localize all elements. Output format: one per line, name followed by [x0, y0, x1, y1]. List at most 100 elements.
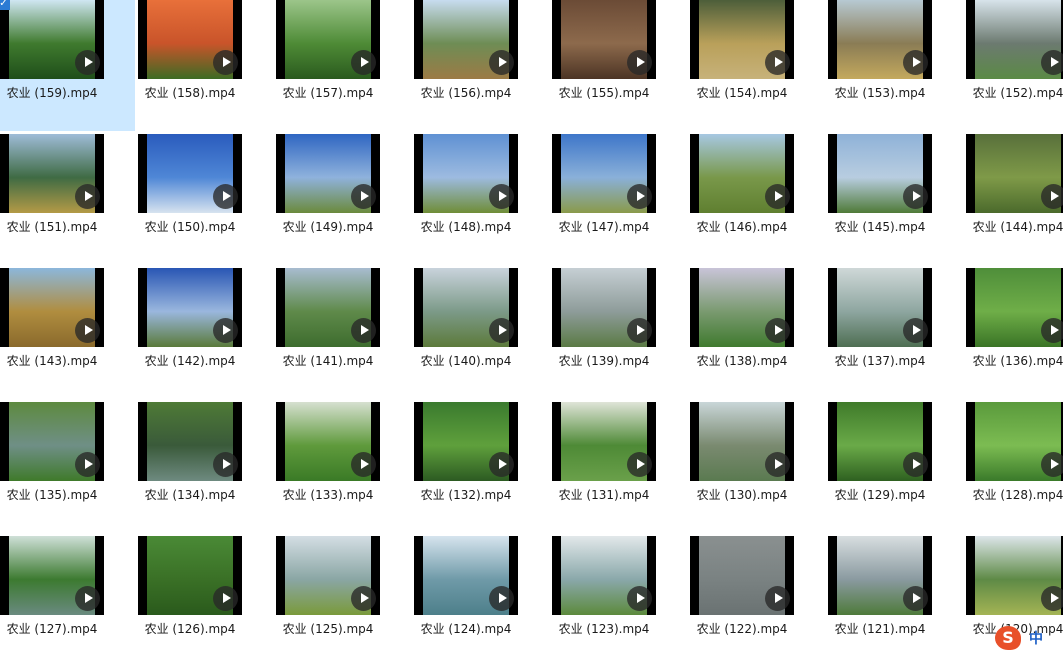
file-item[interactable]: 农业 (142).mp4: [135, 265, 273, 399]
file-name: 农业 (152).mp4: [972, 86, 1063, 100]
file-item[interactable]: 农业 (157).mp4: [273, 0, 411, 131]
play-icon: [903, 586, 928, 611]
video-thumbnail[interactable]: [966, 402, 1063, 481]
file-item[interactable]: 农业 (135).mp4: [0, 399, 135, 533]
file-item[interactable]: 农业 (152).mp4: [963, 0, 1063, 131]
file-item[interactable]: 农业 (150).mp4: [135, 131, 273, 265]
video-thumbnail[interactable]: [138, 134, 242, 213]
file-item[interactable]: 农业 (130).mp4: [687, 399, 825, 533]
file-item[interactable]: 农业 (129).mp4: [825, 399, 963, 533]
video-thumbnail[interactable]: [690, 134, 794, 213]
file-item[interactable]: 农业 (126).mp4: [135, 533, 273, 667]
video-thumbnail[interactable]: [276, 134, 380, 213]
file-item[interactable]: 农业 (131).mp4: [549, 399, 687, 533]
video-thumbnail[interactable]: [690, 0, 794, 79]
file-item[interactable]: 农业 (147).mp4: [549, 131, 687, 265]
play-icon: [489, 50, 514, 75]
file-name: 农业 (153).mp4: [834, 86, 926, 100]
file-item[interactable]: 农业 (139).mp4: [549, 265, 687, 399]
video-thumbnail[interactable]: [276, 402, 380, 481]
file-name: 农业 (132).mp4: [420, 488, 512, 502]
file-item[interactable]: 农业 (140).mp4: [411, 265, 549, 399]
file-item[interactable]: 农业 (155).mp4: [549, 0, 687, 131]
video-thumbnail[interactable]: [966, 134, 1063, 213]
play-icon: [75, 318, 100, 343]
video-thumbnail[interactable]: [0, 0, 104, 79]
video-thumbnail[interactable]: [414, 0, 518, 79]
video-thumbnail[interactable]: [276, 268, 380, 347]
video-thumbnail[interactable]: [552, 134, 656, 213]
file-item[interactable]: 农业 (143).mp4: [0, 265, 135, 399]
video-thumbnail[interactable]: [828, 268, 932, 347]
video-thumbnail[interactable]: [138, 0, 242, 79]
video-thumbnail[interactable]: [966, 0, 1063, 79]
file-item[interactable]: 农业 (148).mp4: [411, 131, 549, 265]
file-item[interactable]: 农业 (132).mp4: [411, 399, 549, 533]
ime-status-bar[interactable]: S 中: [995, 626, 1063, 650]
file-item[interactable]: 农业 (154).mp4: [687, 0, 825, 131]
file-item[interactable]: 农业 (153).mp4: [825, 0, 963, 131]
video-thumbnail[interactable]: [828, 134, 932, 213]
video-thumbnail[interactable]: [552, 536, 656, 615]
play-icon: [351, 586, 376, 611]
play-icon: [627, 452, 652, 477]
file-name: 农业 (126).mp4: [144, 622, 236, 636]
video-thumbnail[interactable]: [138, 268, 242, 347]
video-thumbnail[interactable]: [0, 268, 104, 347]
file-item[interactable]: 农业 (127).mp4: [0, 533, 135, 667]
file-item[interactable]: 农业 (156).mp4: [411, 0, 549, 131]
video-thumbnail[interactable]: [0, 134, 104, 213]
video-thumbnail[interactable]: [414, 268, 518, 347]
video-thumbnail[interactable]: [414, 536, 518, 615]
file-item[interactable]: ✓ 农业 (159).mp4: [0, 0, 135, 131]
file-item[interactable]: 农业 (137).mp4: [825, 265, 963, 399]
video-thumbnail[interactable]: [138, 402, 242, 481]
video-thumbnail[interactable]: [276, 536, 380, 615]
file-item[interactable]: 农业 (122).mp4: [687, 533, 825, 667]
file-item[interactable]: 农业 (149).mp4: [273, 131, 411, 265]
video-thumbnail[interactable]: [966, 268, 1063, 347]
file-item[interactable]: 农业 (128).mp4: [963, 399, 1063, 533]
video-thumbnail[interactable]: [690, 402, 794, 481]
file-name: 农业 (141).mp4: [282, 354, 374, 368]
video-thumbnail[interactable]: [690, 536, 794, 615]
video-thumbnail[interactable]: [828, 402, 932, 481]
file-item[interactable]: 农业 (141).mp4: [273, 265, 411, 399]
video-thumbnail[interactable]: [0, 402, 104, 481]
video-thumbnail[interactable]: [276, 0, 380, 79]
file-item[interactable]: 农业 (133).mp4: [273, 399, 411, 533]
file-item[interactable]: 农业 (125).mp4: [273, 533, 411, 667]
ime-mode-indicator[interactable]: 中: [1029, 628, 1043, 648]
video-thumbnail[interactable]: [966, 536, 1063, 615]
play-icon: [1041, 586, 1063, 611]
checkbox-icon[interactable]: ✓: [0, 0, 10, 10]
file-item[interactable]: 农业 (138).mp4: [687, 265, 825, 399]
sogou-logo-icon[interactable]: S: [995, 626, 1021, 650]
video-thumbnail[interactable]: [414, 134, 518, 213]
file-name: 农业 (148).mp4: [420, 220, 512, 234]
video-thumbnail[interactable]: [552, 0, 656, 79]
file-name: 农业 (124).mp4: [420, 622, 512, 636]
play-icon: [765, 452, 790, 477]
file-item[interactable]: 农业 (151).mp4: [0, 131, 135, 265]
file-item[interactable]: 农业 (145).mp4: [825, 131, 963, 265]
video-thumbnail[interactable]: [414, 402, 518, 481]
video-thumbnail[interactable]: [828, 536, 932, 615]
file-item[interactable]: 农业 (158).mp4: [135, 0, 273, 131]
file-item[interactable]: 农业 (144).mp4: [963, 131, 1063, 265]
file-item[interactable]: 农业 (121).mp4: [825, 533, 963, 667]
file-item[interactable]: 农业 (123).mp4: [549, 533, 687, 667]
video-thumbnail[interactable]: [690, 268, 794, 347]
video-thumbnail[interactable]: [138, 536, 242, 615]
file-item[interactable]: 农业 (134).mp4: [135, 399, 273, 533]
file-name: 农业 (147).mp4: [558, 220, 650, 234]
video-thumbnail[interactable]: [552, 268, 656, 347]
file-name: 农业 (133).mp4: [282, 488, 374, 502]
play-icon: [75, 586, 100, 611]
file-item[interactable]: 农业 (136).mp4: [963, 265, 1063, 399]
video-thumbnail[interactable]: [0, 536, 104, 615]
video-thumbnail[interactable]: [552, 402, 656, 481]
file-item[interactable]: 农业 (146).mp4: [687, 131, 825, 265]
file-item[interactable]: 农业 (124).mp4: [411, 533, 549, 667]
video-thumbnail[interactable]: [828, 0, 932, 79]
